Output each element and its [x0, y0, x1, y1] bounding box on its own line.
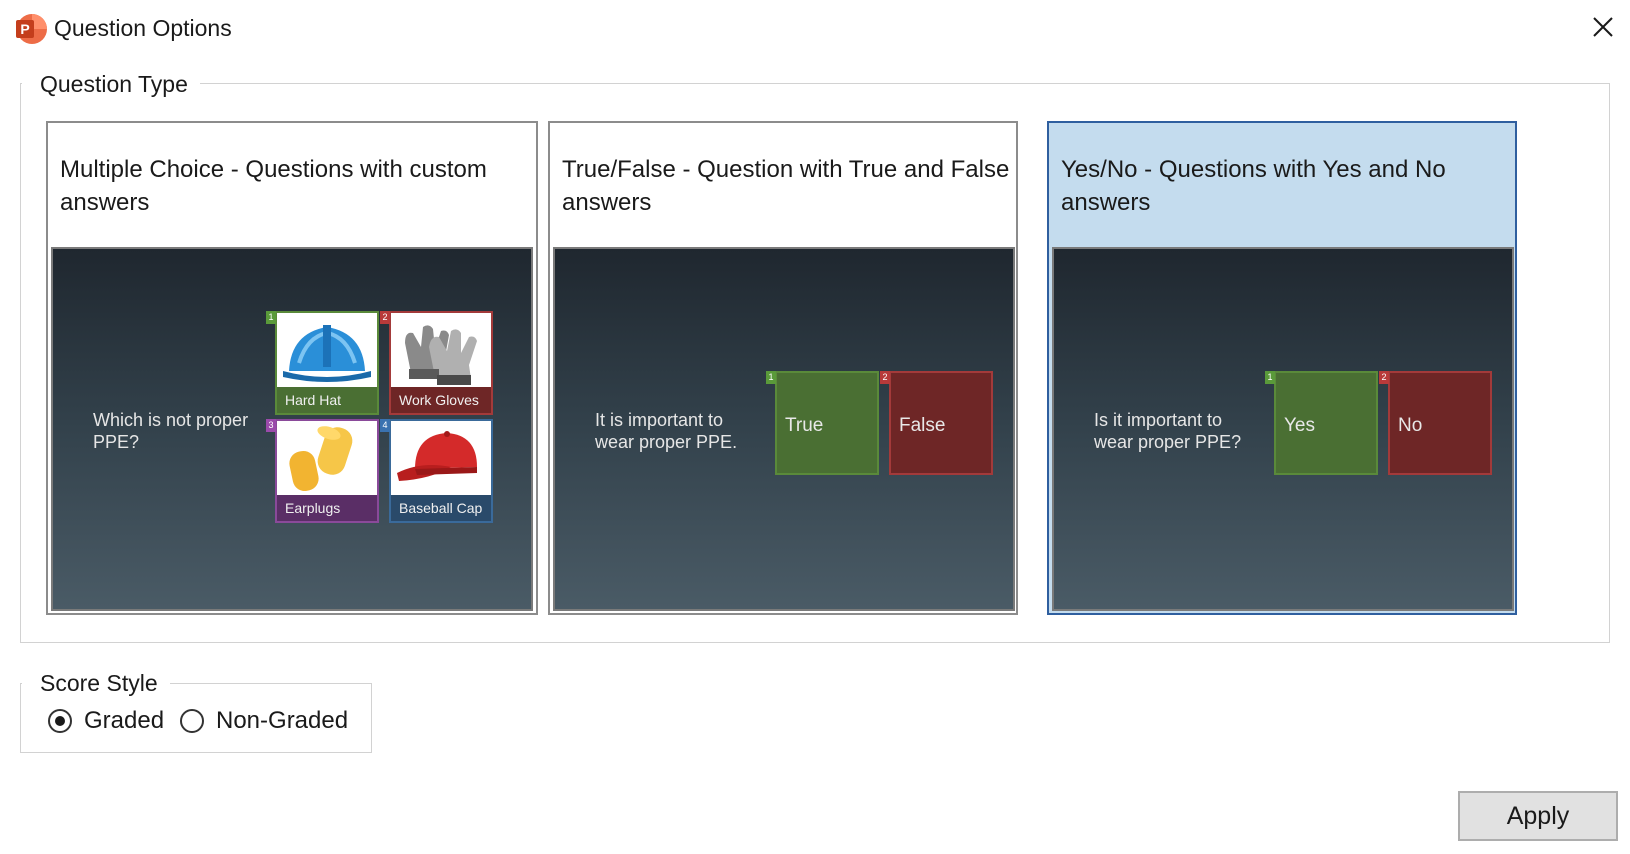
answer-number: 2 [1379, 371, 1389, 384]
option-multiple-choice[interactable]: Multiple Choice - Questions with custom … [46, 121, 538, 615]
answer-caption: Earplugs [277, 495, 377, 521]
preview-question: Is it important to wear proper PPE? [1094, 410, 1242, 452]
preview-question: It is important to wear proper PPE. [595, 410, 738, 452]
close-icon [1593, 17, 1613, 37]
preview-slide: Which is not proper PPE? 1 Hard Hat 2 Wo… [51, 247, 533, 611]
answer-label: False [899, 415, 946, 436]
answer-tile: 2 Work Gloves [380, 311, 493, 415]
svg-text:P: P [20, 21, 29, 37]
answer-tile: 1 Yes [1265, 371, 1378, 475]
answer-caption: Hard Hat [277, 387, 377, 413]
option-yes-no[interactable]: Yes/No - Questions with Yes and No answe… [1047, 121, 1517, 615]
earplugs-image [277, 421, 377, 495]
hard-hat-image [277, 313, 377, 387]
preview-question: Which is not proper PPE? [93, 410, 249, 452]
apply-button[interactable]: Apply [1458, 791, 1618, 841]
answer-tile: 3 Earplugs [266, 419, 379, 523]
answer-number: 1 [1265, 371, 1275, 384]
answer-tile: 1 Hard Hat [266, 311, 379, 415]
answer-caption: Baseball Cap [391, 495, 491, 521]
answer-tile: 2 False [880, 371, 993, 475]
answer-number: 1 [266, 311, 276, 324]
answer-number: 2 [880, 371, 890, 384]
baseball-cap-image [391, 421, 491, 495]
answer-number: 1 [766, 371, 776, 384]
radio-non-graded[interactable]: Non-Graded [180, 706, 360, 736]
answer-number: 2 [380, 311, 390, 324]
work-gloves-image [391, 313, 491, 387]
title-bar: P Question Options [0, 0, 1630, 58]
powerpoint-icon: P [16, 14, 47, 44]
score-style-label: Score Style [22, 669, 170, 697]
answer-caption: Work Gloves [391, 387, 491, 413]
answer-number: 4 [380, 419, 390, 432]
radio-label: Graded [84, 707, 165, 734]
radio-circle [180, 709, 204, 733]
radio-graded[interactable]: Graded [48, 706, 168, 736]
question-type-label: Question Type [22, 70, 200, 98]
answer-label: True [785, 415, 824, 436]
answer-tile: 1 True [766, 371, 879, 475]
preview-slide: It is important to wear proper PPE. 1 Tr… [553, 247, 1015, 611]
close-button[interactable] [1584, 8, 1622, 46]
preview-slide: Is it important to wear proper PPE? 1 Ye… [1052, 247, 1514, 611]
answer-tile: 2 No [1379, 371, 1492, 475]
option-title: Multiple Choice - Questions with custom … [60, 156, 487, 216]
radio-selected-dot [55, 716, 65, 726]
option-title: True/False - Question with True and Fals… [562, 156, 1010, 216]
radio-label: Non-Graded [216, 707, 349, 734]
window-title: Question Options [54, 15, 232, 41]
option-title: Yes/No - Questions with Yes and No answe… [1061, 156, 1446, 216]
answer-number: 3 [266, 419, 276, 432]
answer-label: No [1398, 415, 1423, 436]
option-true-false[interactable]: True/False - Question with True and Fals… [548, 121, 1018, 615]
radio-circle [48, 709, 72, 733]
answer-tile: 4 Baseball Cap [380, 419, 493, 523]
answer-label: Yes [1284, 415, 1315, 436]
